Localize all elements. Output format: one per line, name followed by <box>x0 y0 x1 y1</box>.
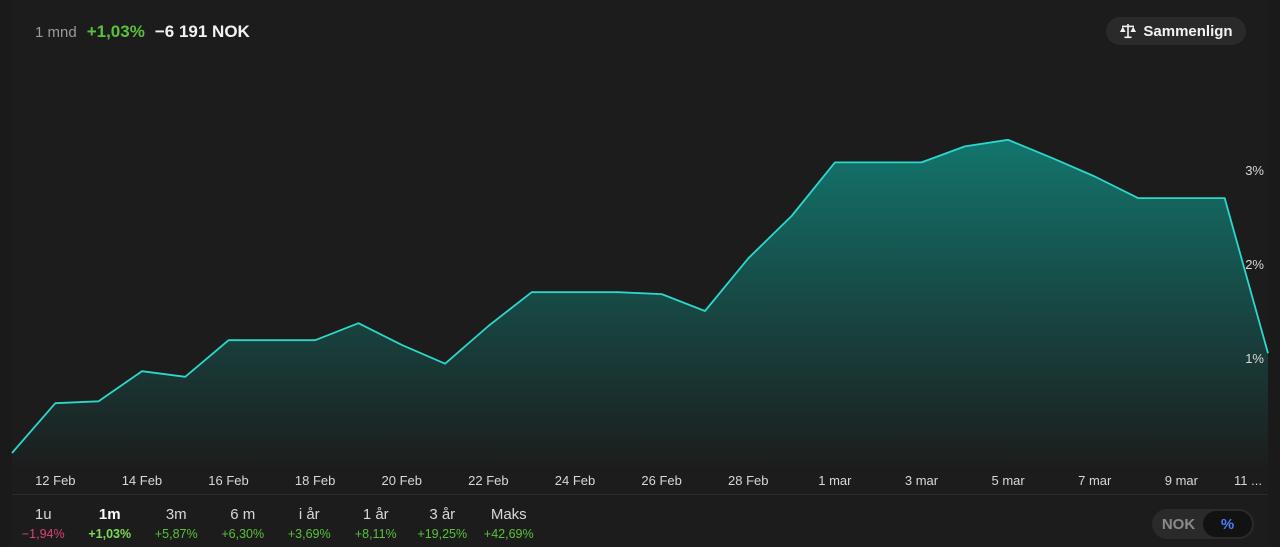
range-label: 3 år <box>429 506 456 523</box>
x-tick-label: 5 mar <box>992 473 1026 488</box>
range-label: 3m <box>165 506 187 523</box>
x-tick-label: 16 Feb <box>208 473 248 488</box>
x-tick-label: 20 Feb <box>382 473 422 488</box>
range-value: +5,87% <box>154 527 198 541</box>
performance-chart: 1% 2% 3% 12 Feb 14 Feb 16 Feb 18 Feb 20 Feb 22 … <box>11 138 1269 488</box>
range-option-1[interactable]: 1m +1,03% <box>77 505 144 542</box>
range-option-6[interactable]: 3 år +19,25% <box>409 505 476 542</box>
range-label: i år <box>298 506 320 523</box>
toggle-percent-option[interactable]: % <box>1203 511 1252 537</box>
x-tick-label: 3 mar <box>905 473 939 488</box>
range-value: +19,25% <box>417 527 468 541</box>
range-selector: 1u −1,94% 1m +1,03% 3m +5,87% 6 m +6,30% i år +3,… <box>10 505 542 542</box>
x-tick-label: 11 ... <box>1234 473 1262 488</box>
range-option-4[interactable]: i år +3,69% <box>276 505 343 542</box>
range-option-7[interactable]: Maks +42,69% <box>476 505 543 542</box>
range-value: +3,69% <box>287 527 331 541</box>
divider <box>12 494 1268 495</box>
range-option-0[interactable]: 1u −1,94% <box>10 505 77 542</box>
range-value: +42,69% <box>483 527 534 541</box>
x-tick-label: 9 mar <box>1165 473 1199 488</box>
x-tick-label: 26 Feb <box>641 473 681 488</box>
range-option-3[interactable]: 6 m +6,30% <box>210 505 277 542</box>
series-area <box>12 139 1268 471</box>
x-tick-label: 1 mar <box>818 473 852 488</box>
range-label: 6 m <box>230 506 256 523</box>
x-tick-label: 22 Feb <box>468 473 508 488</box>
range-option-2[interactable]: 3m +5,87% <box>143 505 210 542</box>
range-value: +8,11% <box>354 527 397 541</box>
x-tick-label: 18 Feb <box>295 473 335 488</box>
toggle-nok-option[interactable]: NOK <box>1154 511 1203 537</box>
x-tick-label: 24 Feb <box>555 473 595 488</box>
y-tick-label: 2% <box>1245 257 1264 272</box>
range-label: 1m <box>98 506 121 523</box>
y-tick-label: 3% <box>1245 163 1264 178</box>
range-label: Maks <box>490 506 527 523</box>
range-value: −1,94% <box>21 527 65 541</box>
range-label: 1 år <box>362 506 389 523</box>
range-label: 1u <box>34 506 52 523</box>
range-value: +1,03% <box>88 527 132 541</box>
x-tick-label: 12 Feb <box>35 473 75 488</box>
range-value: +6,30% <box>221 527 265 541</box>
x-tick-label: 28 Feb <box>728 473 768 488</box>
range-option-5[interactable]: 1 år +8,11% <box>343 505 410 542</box>
y-tick-label: 1% <box>1245 351 1264 366</box>
x-tick-label: 14 Feb <box>122 473 162 488</box>
unit-toggle: NOK % <box>1152 509 1254 539</box>
x-tick-label: 7 mar <box>1078 473 1112 488</box>
